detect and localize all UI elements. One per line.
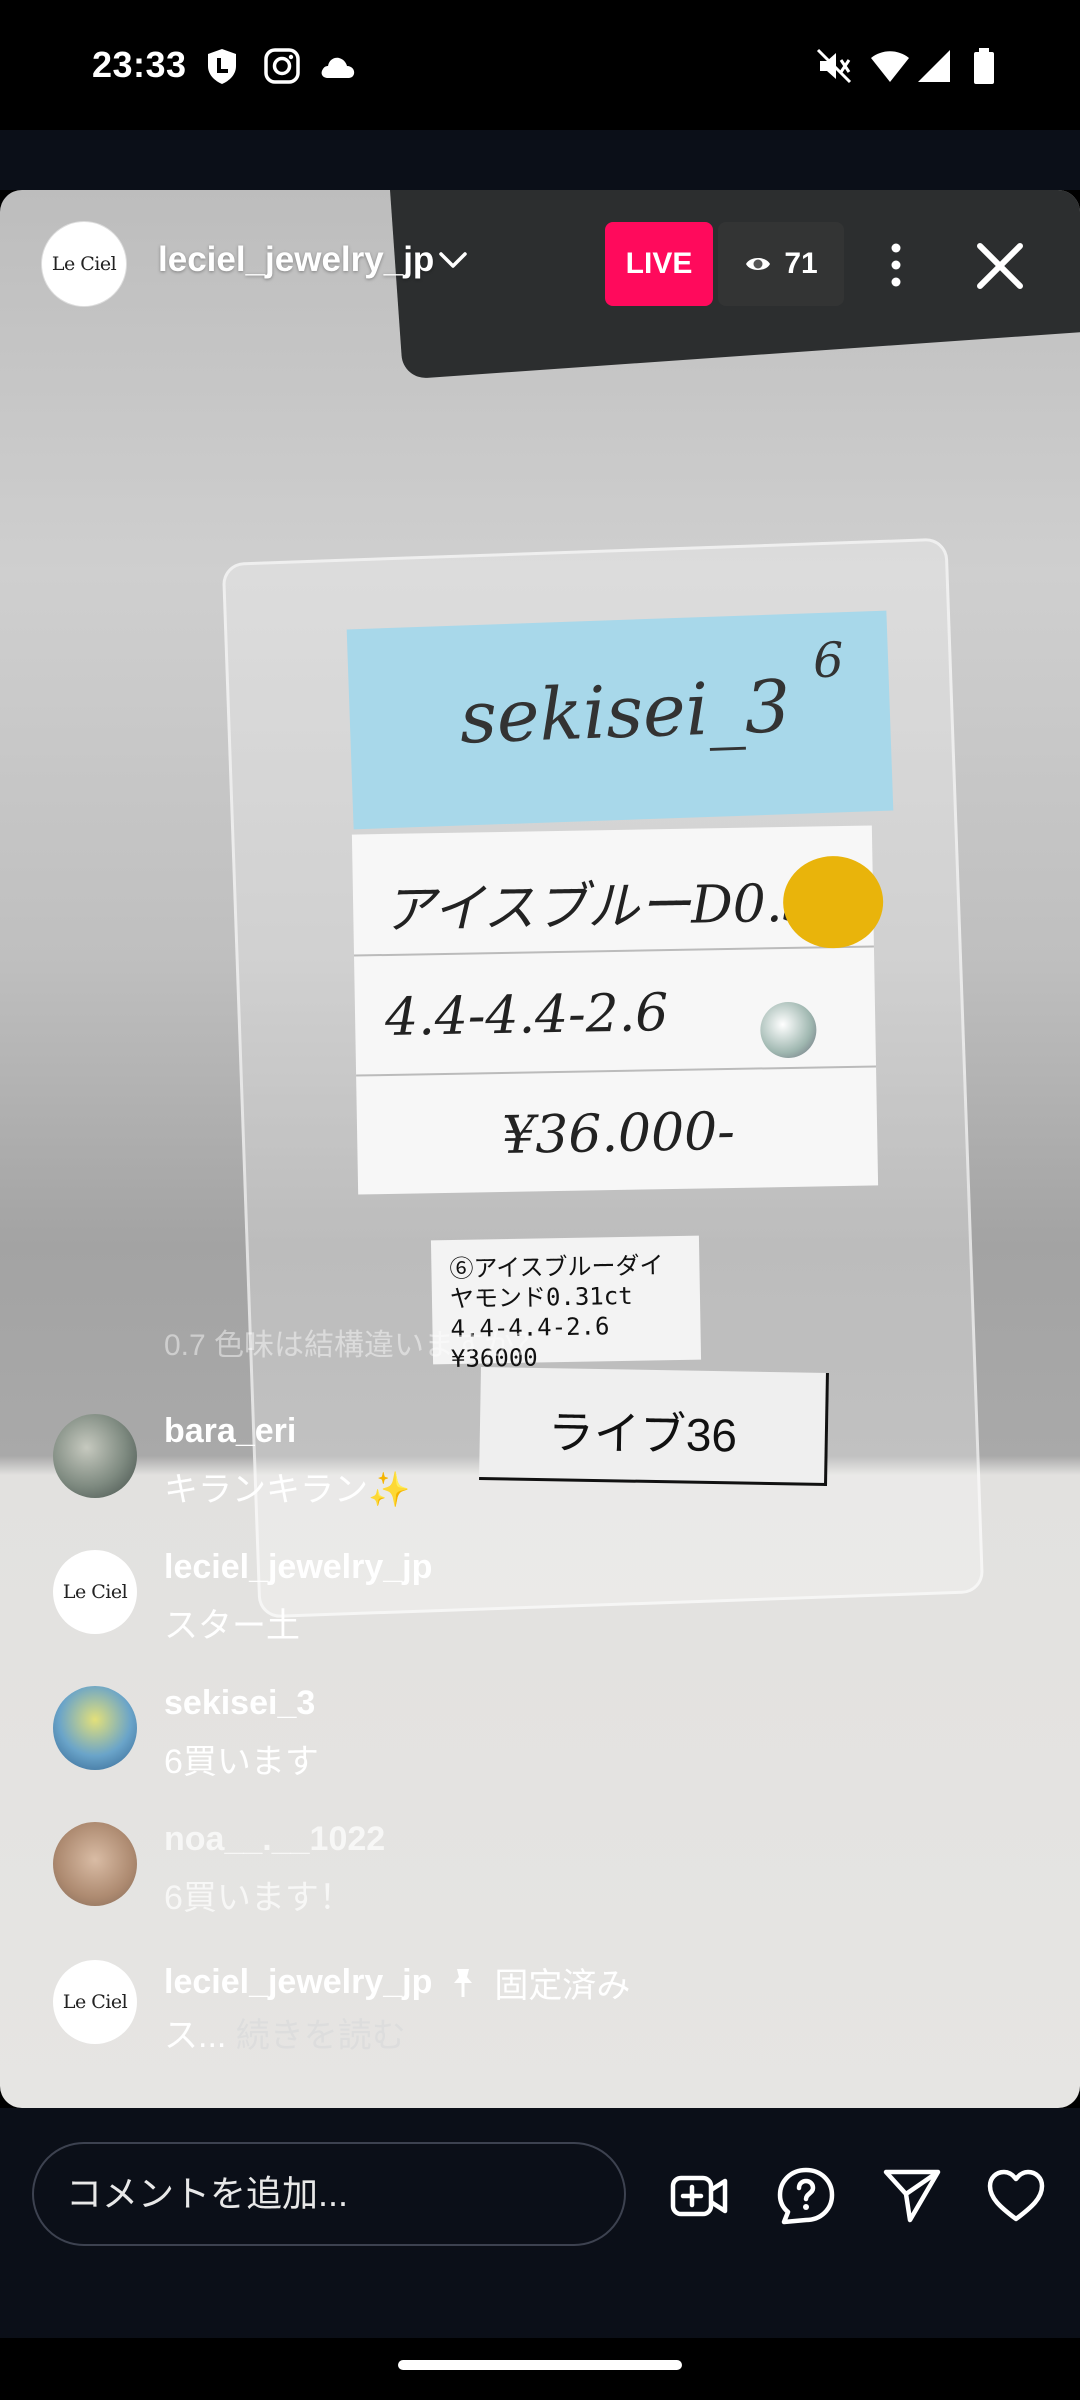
line-app-icon [208,49,236,84]
add-video-icon[interactable] [670,2166,730,2226]
comment-username[interactable]: leciel_jewelry_jp [164,1548,432,1587]
home-indicator[interactable] [398,2360,682,2370]
comment-text: スター土 [164,1607,300,1645]
wifi-icon [871,51,909,82]
diamond-gem [759,1001,817,1059]
heart-icon[interactable] [986,2166,1046,2226]
host-avatar[interactable]: Le Ciel [42,222,126,306]
comment-input[interactable] [32,2142,626,2246]
spacer [0,130,1080,190]
video-sticky-note: sekisei_3 6 [346,610,894,830]
status-time: 23:33 [92,44,187,85]
card-line2: 4.4-4.4-2.6 [384,983,669,1049]
comment-text: 6買います [164,1743,319,1781]
comment-text: 6買います！ [164,1879,353,1917]
pin-icon [454,1968,473,1997]
comment-text: キランキラン✨ [164,1471,411,1509]
sticky-note-text: sekisei_3 [458,664,792,760]
video-live-tag: ライブ36 [479,1366,829,1487]
eye-icon [746,258,771,270]
send-icon[interactable] [882,2166,942,2226]
budgie-photo-avatar[interactable] [53,1686,137,1770]
card-line1: アイスブルーD0.31 [382,872,850,942]
pinned-label: 固定済み [494,1967,631,2005]
sticky-note-number: 6 [812,632,845,690]
cloud-icon [321,57,355,78]
card-line3: ¥36.000- [501,1101,736,1166]
tag-line: ⑥アイスブルーダイヤモンド0.31ct [449,1251,664,1314]
signal-icon [918,50,950,82]
pinned-text-prefix: ス... [164,2017,227,2055]
chevron-down-icon[interactable] [438,248,468,272]
viewer-count: 71 [784,247,818,280]
comment-username[interactable]: bara_eri [164,1412,296,1451]
instagram-icon [264,48,300,84]
viewer-count-badge[interactable]: 71 [718,222,844,306]
comment-username[interactable]: sekisei_3 [164,1684,315,1723]
pinned-username[interactable]: leciel_jewelry_jp [164,1963,432,2002]
bottom-bar [0,2108,1080,2338]
comment-username[interactable]: noa__.__1022 [164,1820,385,1859]
close-icon[interactable] [974,240,1026,292]
card-row: 4.4-4.4-2.6 [353,945,877,1077]
host-avatar-logo: Le Ciel [51,253,117,275]
video-product-card: アイスブルーD0.31 4.4-4.4-2.6 ¥36.000- [351,825,884,1195]
battery-icon [974,48,994,84]
question-icon[interactable] [776,2166,836,2226]
more-options-icon[interactable] [878,240,914,290]
comment-avatar-logo: Le Ciel [62,1581,128,1603]
live-badge: LIVE [605,222,713,306]
system-nav-bar [0,2338,1080,2400]
read-more-link[interactable]: 続きを読む [236,2017,406,2055]
pinned-header: leciel_jewelry_jp 固定済み [164,1958,630,2007]
host-username[interactable]: leciel_jewelry_jp [158,240,434,280]
pinned-text: ス... 続きを読む [164,2008,406,2057]
leciel-logo-avatar[interactable]: Le Ciel [53,1550,137,1634]
pinned-avatar-logo: Le Ciel [62,1991,128,2013]
yellow-dot-sticker [782,855,884,950]
sheep-photo-avatar[interactable] [53,1414,137,1498]
mute-icon [816,48,852,84]
live-tag-text: ライブ36 [547,1406,738,1462]
live-video-viewport[interactable]: sekisei_3 6 アイスブルーD0.31 4.4-4.4-2.6 ¥36.… [0,190,1080,2108]
pinned-avatar[interactable]: Le Ciel [53,1960,137,2044]
faded-comment: 0.7 色味は結構違いますか？ [164,1329,545,1362]
card-row: アイスブルーD0.31 [351,825,884,957]
dog-photo-avatar[interactable] [53,1822,137,1906]
status-bar: 23:33 [0,0,1080,130]
card-row: ¥36.000- [356,1065,878,1194]
